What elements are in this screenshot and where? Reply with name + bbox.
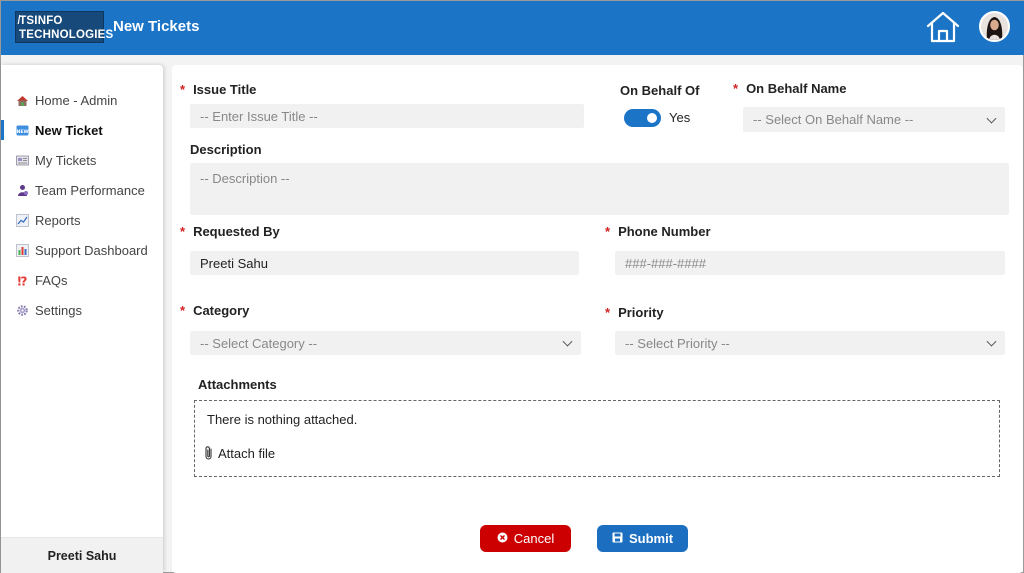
attach-file-button[interactable]: Attach file <box>203 445 275 461</box>
chevron-down-icon <box>562 336 573 347</box>
ticket-form: * Issue Title -- Enter Issue Title -- On … <box>172 65 1023 573</box>
phone-number-input[interactable]: ###-###-#### <box>615 251 1005 275</box>
on-behalf-name-select[interactable]: -- Select On Behalf Name -- <box>743 107 1005 132</box>
gear-icon <box>16 304 29 317</box>
sidebar-item-label: Team Performance <box>35 182 145 198</box>
team-icon <box>16 184 29 197</box>
issue-title-label: * Issue Title <box>180 82 257 97</box>
sidebar-item-label: Home - Admin <box>35 92 118 108</box>
sidebar-item-label: My Tickets <box>35 152 97 168</box>
cancel-button[interactable]: Cancel <box>480 525 571 552</box>
required-marker: * <box>180 224 186 239</box>
sidebar-item-reports[interactable]: Reports <box>1 207 163 233</box>
phone-number-label: * Phone Number <box>605 224 711 239</box>
requested-by-label: * Requested By <box>180 224 280 239</box>
sidebar-item-support-dashboard[interactable]: Support Dashboard <box>1 237 163 263</box>
chart-line-icon <box>16 213 29 227</box>
sidebar-item-label: FAQs <box>35 272 68 288</box>
category-select[interactable]: -- Select Category -- <box>190 331 581 355</box>
required-marker: * <box>180 82 186 97</box>
chevron-down-icon <box>986 113 997 124</box>
on-behalf-of-value: Yes <box>669 110 691 125</box>
chevron-down-icon <box>986 336 997 347</box>
bar-chart-icon <box>16 243 29 257</box>
exclamation-question-icon: ⁉ <box>16 274 29 288</box>
app-header: ̸TSINFO TECHNOLOGIES New Tickets <box>1 1 1024 55</box>
submit-label: Submit <box>628 531 674 546</box>
toggle-knob <box>647 113 657 123</box>
category-placeholder: -- Select Category -- <box>200 335 318 351</box>
attachments-dropzone[interactable]: There is nothing attached. Attach file <box>194 400 1000 477</box>
sidebar: Home - Admin NEW New Ticket My Tickets T… <box>1 65 163 573</box>
on-behalf-of-toggle[interactable] <box>624 109 661 127</box>
sidebar-item-faqs[interactable]: ⁉ FAQs <box>1 267 163 293</box>
attachments-empty-text: There is nothing attached. <box>207 412 358 427</box>
logo-line-1: ̸TSINFO <box>19 15 63 27</box>
required-marker: * <box>180 303 186 318</box>
sidebar-item-label: Support Dashboard <box>35 242 148 258</box>
logo-line-2: TECHNOLOGIES <box>19 29 114 41</box>
description-label: Description <box>190 142 262 157</box>
on-behalf-of-label: On Behalf Of <box>620 83 700 98</box>
attach-file-label: Attach file <box>218 445 276 461</box>
priority-select[interactable]: -- Select Priority -- <box>615 331 1005 355</box>
svg-text:⁉: ⁉ <box>18 274 28 287</box>
sidebar-item-label: Settings <box>35 302 82 318</box>
sidebar-item-label: Reports <box>35 212 81 228</box>
on-behalf-name-placeholder: -- Select On Behalf Name -- <box>753 112 914 127</box>
paperclip-icon <box>203 445 215 461</box>
required-marker: * <box>733 81 739 96</box>
cancel-icon <box>497 531 508 546</box>
cancel-label: Cancel <box>513 531 555 546</box>
sidebar-item-new-ticket[interactable]: NEW New Ticket <box>1 117 163 143</box>
on-behalf-name-label: * On Behalf Name <box>733 81 847 96</box>
page-title: New Tickets <box>113 18 200 35</box>
description-textarea[interactable]: -- Description -- <box>190 163 1009 215</box>
sidebar-item-settings[interactable]: Settings <box>1 297 163 323</box>
sidebar-item-my-tickets[interactable]: My Tickets <box>1 147 163 173</box>
sidebar-item-label: New Ticket <box>35 122 103 138</box>
new-badge-icon: NEW <box>16 124 29 137</box>
home-admin-icon <box>16 94 29 107</box>
requested-by-input[interactable]: Preeti Sahu <box>190 251 579 275</box>
user-avatar[interactable] <box>979 11 1010 42</box>
svg-text:NEW: NEW <box>16 128 28 134</box>
company-logo[interactable]: ̸TSINFO TECHNOLOGIES <box>15 11 114 43</box>
priority-placeholder: -- Select Priority -- <box>625 335 730 351</box>
required-marker: * <box>605 305 611 320</box>
sidebar-user-name: Preeti Sahu <box>1 537 163 573</box>
submit-button[interactable]: Submit <box>597 525 688 552</box>
issue-title-input[interactable]: -- Enter Issue Title -- <box>190 104 584 128</box>
home-icon[interactable] <box>925 10 961 44</box>
attachments-label: Attachments <box>198 377 277 392</box>
required-marker: * <box>605 224 611 239</box>
sidebar-item-home-admin[interactable]: Home - Admin <box>1 87 163 113</box>
priority-label: * Priority <box>605 305 664 320</box>
sidebar-item-team-performance[interactable]: Team Performance <box>1 177 163 203</box>
save-icon <box>612 531 623 546</box>
category-label: * Category <box>180 303 250 318</box>
tickets-icon <box>16 154 29 167</box>
